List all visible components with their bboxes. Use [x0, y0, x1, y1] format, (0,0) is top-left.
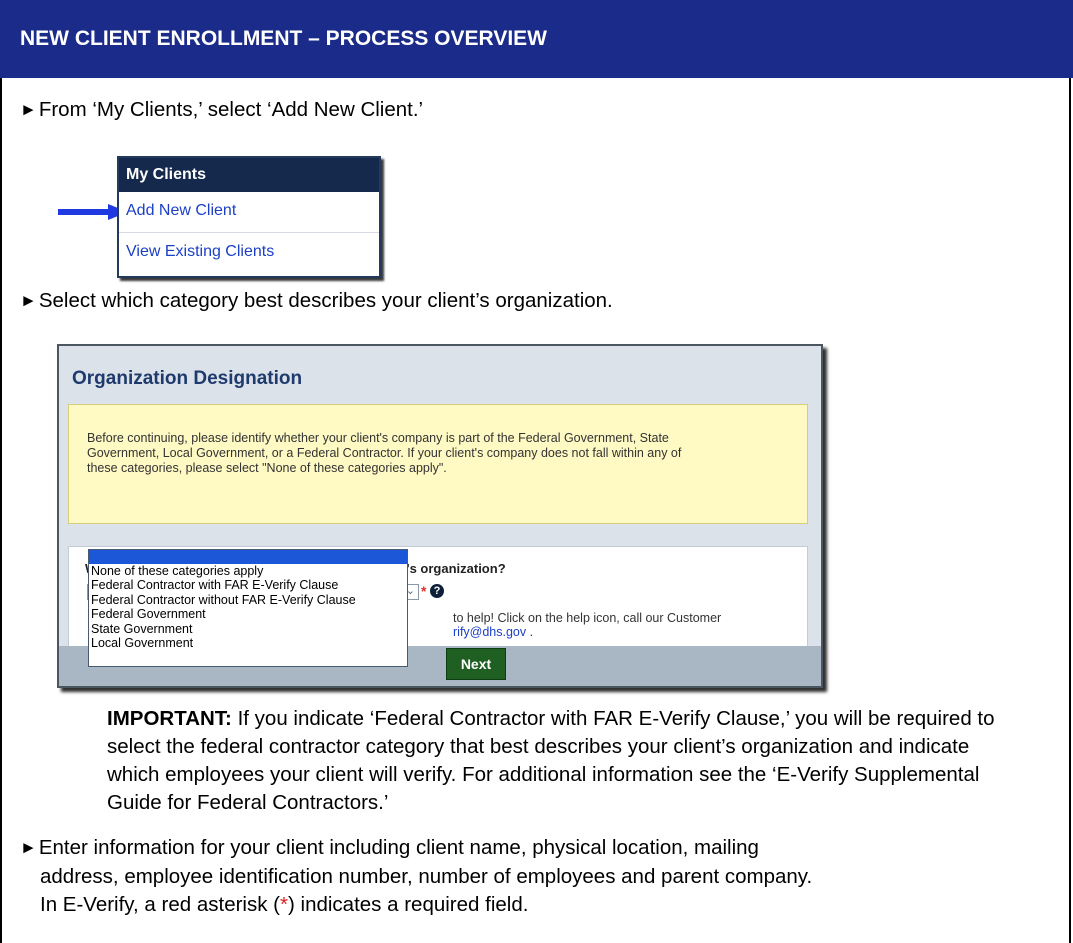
note-line: Government, Local Government, or a Feder… — [87, 446, 682, 460]
help-text-line: rify@dhs.gov . — [453, 625, 721, 639]
step-2: ►Select which category best describes yo… — [20, 287, 613, 316]
dropdown-highlighted-blank-option[interactable] — [89, 550, 407, 564]
note-line: Before continuing, please identify wheth… — [87, 431, 669, 445]
step-3-text-3b: ) indicates a required field. — [288, 893, 529, 916]
view-existing-clients-link[interactable]: View Existing Clients — [119, 233, 379, 273]
add-new-client-link[interactable]: Add New Client — [119, 192, 379, 233]
step-2-text: Select which category best describes you… — [38, 289, 613, 312]
next-button[interactable]: Next — [446, 648, 506, 680]
dropdown-option[interactable]: Local Government — [89, 636, 407, 650]
note-line: these categories, please select "None of… — [87, 461, 447, 475]
step-3-text-2: address, employee identification number,… — [40, 865, 813, 888]
required-asterisk: * — [421, 583, 427, 599]
dropdown-option[interactable]: Federal Contractor without FAR E-Verify … — [89, 593, 407, 607]
step-3-text-1: Enter information for your client includ… — [38, 836, 759, 859]
help-email-link[interactable]: rify@dhs.gov — [453, 625, 526, 639]
step-1: ►From ‘My Clients,’ select ‘Add New Clie… — [20, 96, 423, 125]
important-text: If you indicate ‘Federal Contractor with… — [107, 707, 995, 814]
my-clients-panel: My Clients Add New Client View Existing … — [117, 156, 381, 278]
important-note: IMPORTANT: If you indicate ‘Federal Cont… — [107, 705, 1027, 817]
org-designation-note: Before continuing, please identify wheth… — [68, 404, 808, 524]
triangle-right-icon: ► — [20, 291, 37, 310]
help-text: to help! Click on the help icon, call ou… — [453, 611, 721, 639]
step-3-line-1: ►Enter information for your client inclu… — [20, 834, 1060, 863]
help-text-tail: . — [526, 625, 534, 639]
step-3-line-3: In E-Verify, a red asterisk (*) indicate… — [20, 891, 1060, 919]
org-designation-title: Organization Designation — [72, 368, 303, 389]
important-label: IMPORTANT: — [107, 707, 232, 730]
my-clients-heading: My Clients — [119, 158, 379, 192]
red-asterisk: * — [280, 893, 288, 916]
step-3-text-3a: In E-Verify, a red asterisk ( — [40, 893, 281, 916]
help-icon[interactable]: ? — [430, 584, 444, 598]
page-title: NEW CLIENT ENROLLMENT – PROCESS OVERVIEW — [0, 0, 1073, 78]
dropdown-option[interactable]: Federal Government — [89, 607, 407, 621]
dropdown-option[interactable]: Federal Contractor with FAR E-Verify Cla… — [89, 578, 407, 592]
triangle-right-icon: ► — [20, 100, 37, 119]
category-dropdown-list[interactable]: None of these categories apply Federal C… — [88, 549, 408, 667]
dropdown-option[interactable]: None of these categories apply — [89, 564, 407, 578]
dropdown-option[interactable]: State Government — [89, 622, 407, 636]
help-text-line: to help! Click on the help icon, call ou… — [453, 611, 722, 625]
step-3: ►Enter information for your client inclu… — [20, 834, 1060, 919]
triangle-right-icon: ► — [20, 838, 37, 857]
step-1-text: From ‘My Clients,’ select ‘Add New Clien… — [38, 98, 424, 121]
